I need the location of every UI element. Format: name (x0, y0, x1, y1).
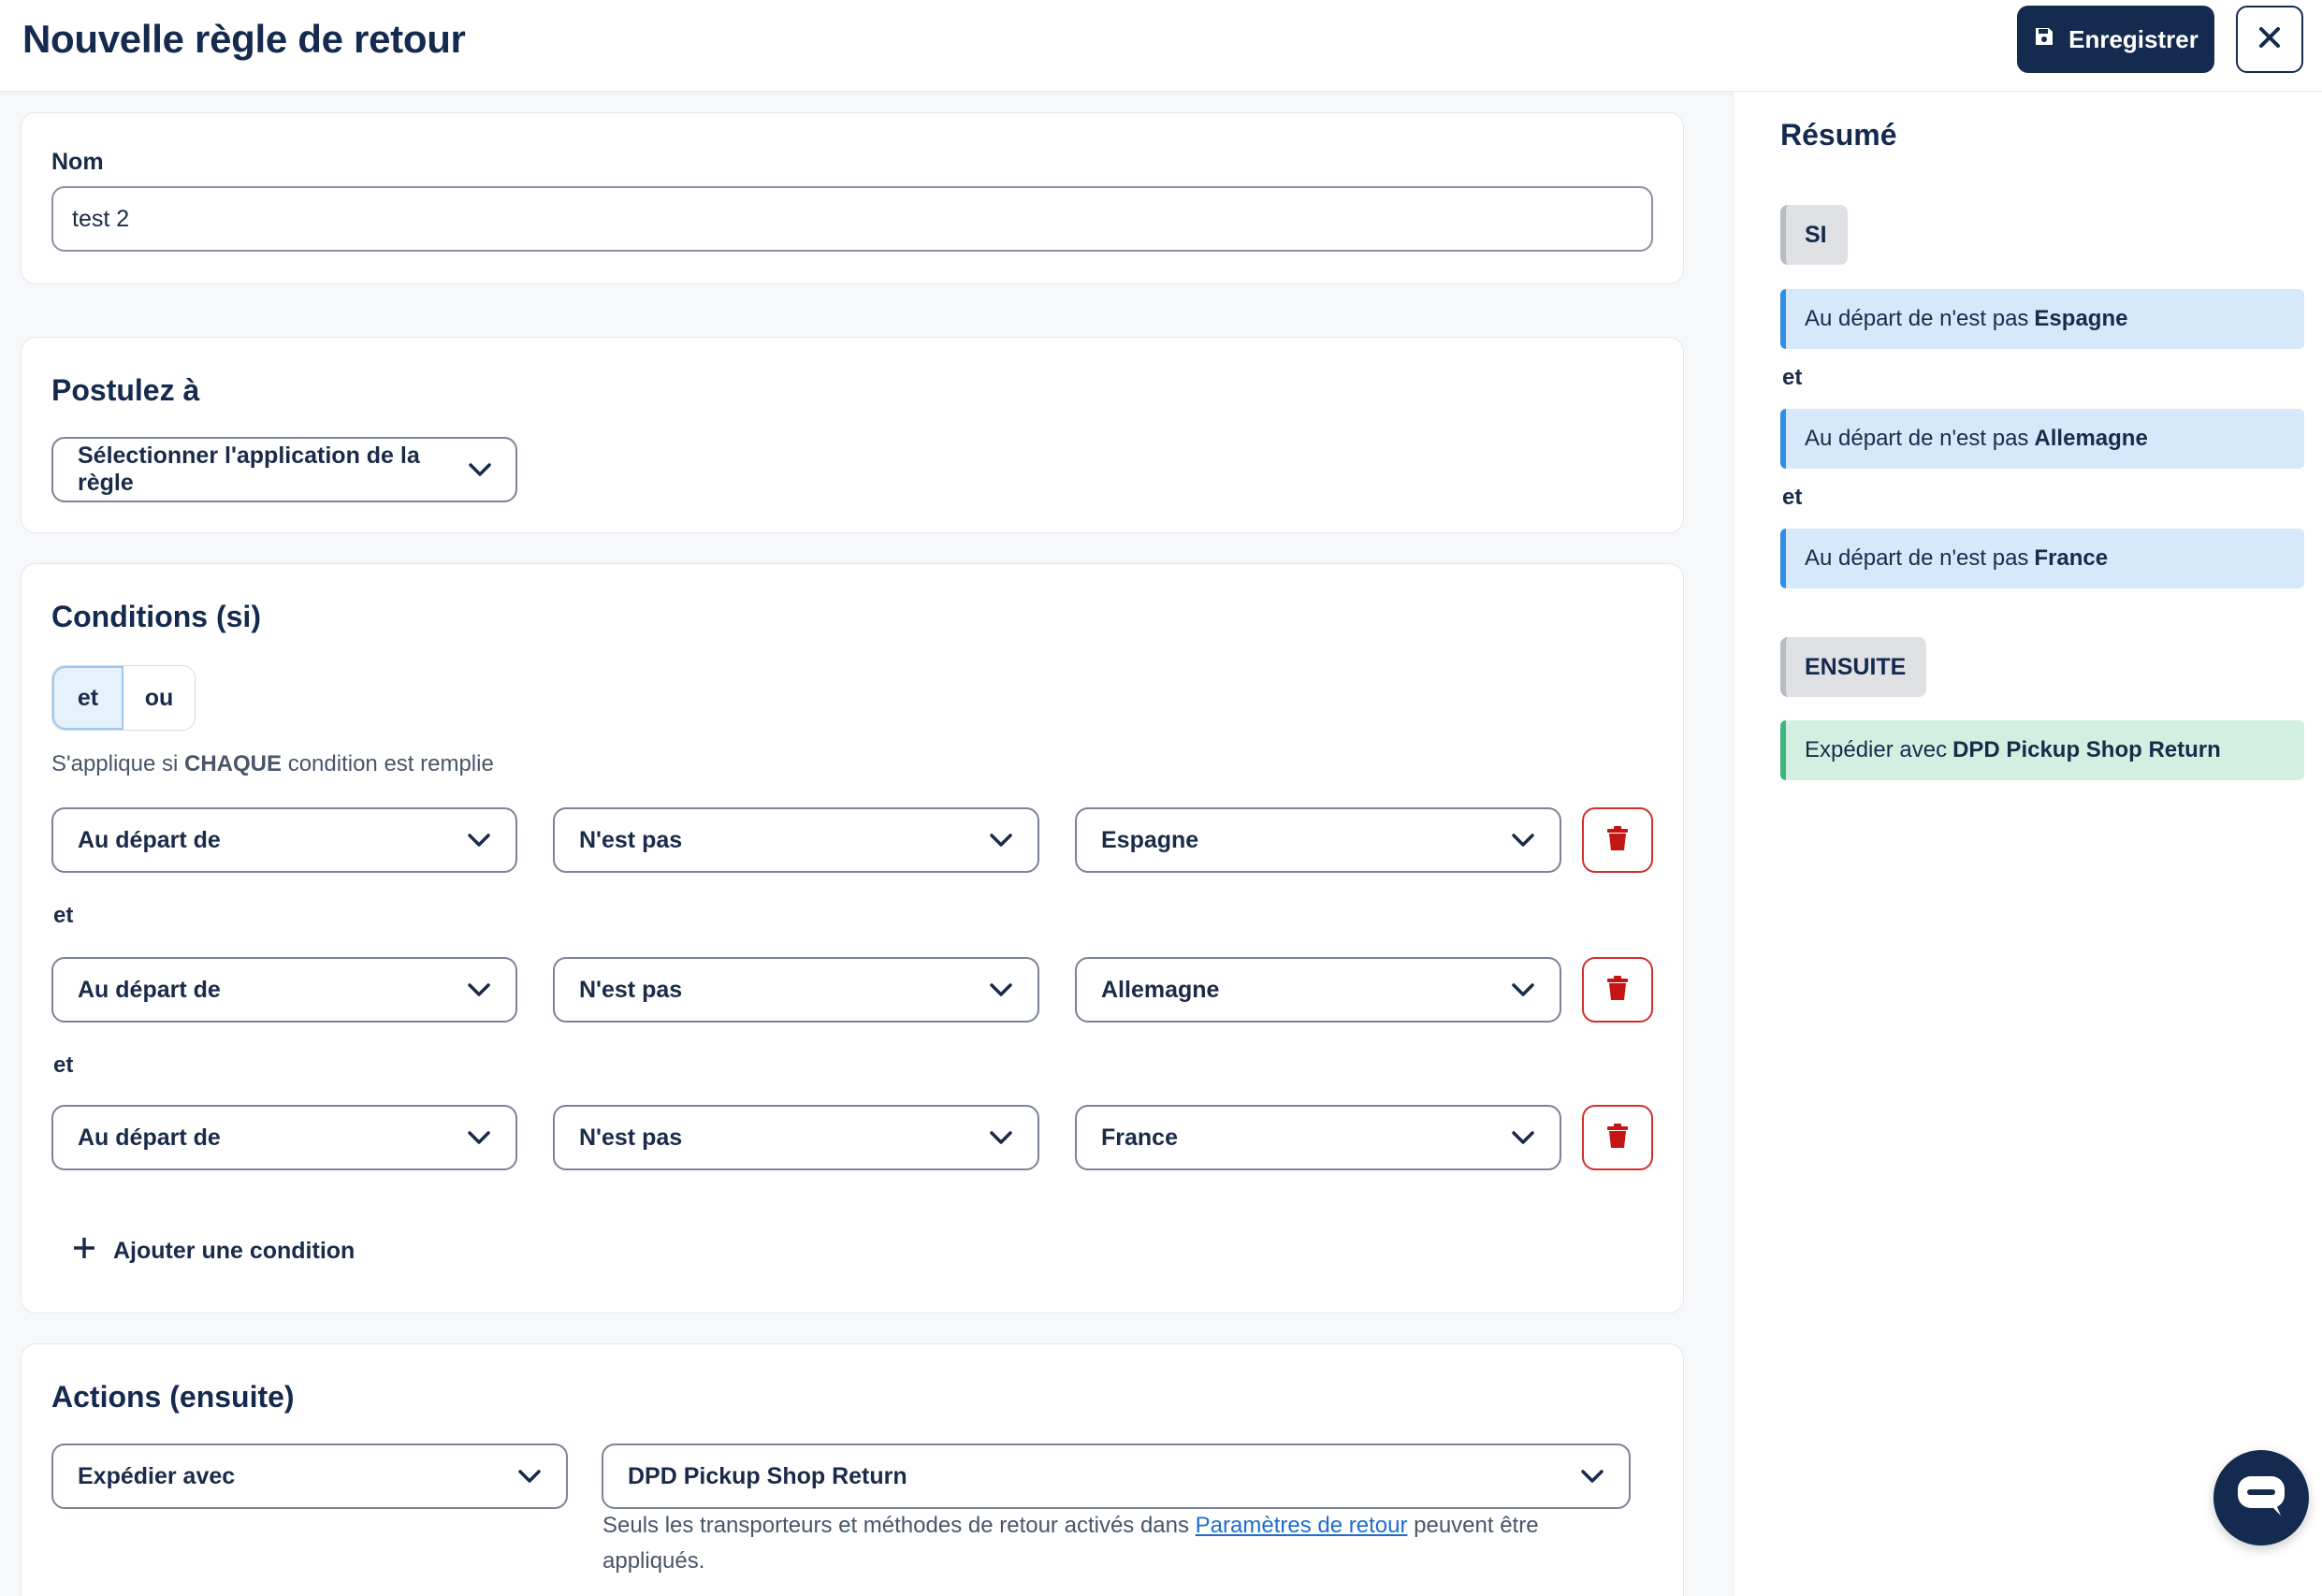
condition-value-select[interactable]: Allemagne (1075, 957, 1561, 1023)
condition-value-select[interactable]: Espagne (1075, 807, 1561, 873)
hint-prefix: S'applique si (51, 751, 179, 776)
carrier-label: DPD Pickup Shop Return (628, 1462, 907, 1489)
apply-select-label: Sélectionner l'application de la règle (78, 443, 420, 496)
carrier-note: Seuls les transporteurs et méthodes de r… (602, 1508, 1585, 1579)
condition-operator-select[interactable]: N'est pas (553, 1105, 1039, 1170)
save-button-label: Enregistrer (2068, 24, 2199, 53)
plus-icon (73, 1237, 95, 1265)
add-condition-button[interactable]: Ajouter une condition (73, 1237, 356, 1265)
condition-field-select[interactable]: Au départ de (51, 957, 517, 1023)
actions-title: Actions (ensuite) (51, 1380, 295, 1414)
condition-joiner: et (53, 903, 74, 928)
name-label: Nom (51, 149, 104, 175)
condition-value-label: Espagne (1101, 826, 1199, 853)
top-bar: Nouvelle règle de retour Enregistrer (0, 0, 2322, 92)
conditions-hint: S'applique si CHAQUE condition est rempl… (51, 751, 494, 777)
summary-condition-value: France (2034, 545, 2109, 571)
summary-then-tag: ENSUITE (1780, 637, 1927, 697)
return-settings-link[interactable]: Paramètres de retour (1196, 1513, 1408, 1538)
delete-condition-button[interactable] (1582, 807, 1653, 873)
chevron-down-icon (987, 1124, 1015, 1152)
condition-operator-select[interactable]: N'est pas (553, 957, 1039, 1023)
summary-sidebar: Résumé SI Au départ de n'est pas Espagne … (1733, 92, 2322, 1596)
toggle-and[interactable]: et (52, 666, 123, 730)
condition-field-label: Au départ de (78, 976, 221, 1003)
condition-operator-label: N'est pas (579, 976, 683, 1003)
note-prefix: Seuls les transporteurs et méthodes de r… (602, 1513, 1189, 1538)
chevron-down-icon (1578, 1462, 1606, 1490)
summary-condition: Au départ de n'est pas Allemagne (1780, 409, 2304, 469)
delete-condition-button[interactable] (1582, 1105, 1653, 1170)
trash-icon (1607, 975, 1628, 1005)
condition-field-select[interactable]: Au départ de (51, 807, 517, 873)
condition-value-label: Allemagne (1101, 976, 1220, 1003)
chevron-down-icon (465, 1124, 493, 1152)
summary-title: Résumé (1780, 118, 1897, 152)
condition-field-select[interactable]: Au départ de (51, 1105, 517, 1170)
conditions-card: Conditions (si) et ou S'applique si CHAQ… (21, 563, 1684, 1313)
add-condition-label: Ajouter une condition (113, 1238, 356, 1264)
save-icon (2033, 25, 2055, 54)
condition-field-label: Au départ de (78, 826, 221, 853)
save-button[interactable]: Enregistrer (2017, 6, 2214, 73)
close-icon (2257, 25, 2282, 54)
apply-card: Postulez à Sélectionner l'application de… (21, 337, 1684, 533)
chevron-down-icon (987, 976, 1015, 1004)
summary-if-tag: SI (1780, 205, 1848, 265)
summary-action-text: Expédier avec (1805, 737, 1948, 762)
carrier-select[interactable]: DPD Pickup Shop Return (602, 1444, 1631, 1509)
summary-action: Expédier avec DPD Pickup Shop Return (1780, 720, 2304, 780)
delete-condition-button[interactable] (1582, 957, 1653, 1023)
summary-condition-text: Au départ de n'est pas (1805, 426, 2029, 451)
summary-condition-value: Espagne (2034, 306, 2128, 331)
trash-icon (1607, 1123, 1628, 1153)
toggle-or[interactable]: ou (123, 666, 195, 730)
apply-select[interactable]: Sélectionner l'application de la règle (51, 437, 517, 502)
summary-condition-value: Allemagne (2034, 426, 2148, 451)
condition-operator-label: N'est pas (579, 826, 683, 853)
close-button[interactable] (2236, 6, 2303, 73)
condition-operator-label: N'est pas (579, 1124, 683, 1151)
summary-condition: Au départ de n'est pas Espagne (1780, 289, 2304, 349)
name-input[interactable]: test 2 (51, 186, 1653, 252)
chevron-down-icon (1509, 1124, 1537, 1152)
summary-joiner: et (1782, 485, 1803, 510)
chevron-down-icon (1509, 976, 1537, 1004)
action-type-label: Expédier avec (78, 1462, 236, 1489)
condition-joiner: et (53, 1052, 74, 1078)
chevron-down-icon (515, 1462, 544, 1490)
chat-button[interactable] (2213, 1450, 2309, 1545)
name-card: Nom test 2 (21, 112, 1684, 284)
action-type-select[interactable]: Expédier avec (51, 1444, 568, 1509)
condition-field-label: Au départ de (78, 1124, 221, 1151)
condition-operator-select[interactable]: N'est pas (553, 807, 1039, 873)
page-title: Nouvelle règle de retour (22, 17, 466, 61)
apply-title: Postulez à (51, 373, 200, 407)
chevron-down-icon (1509, 826, 1537, 854)
conditions-title: Conditions (si) (51, 600, 261, 633)
summary-condition: Au départ de n'est pas France (1780, 529, 2304, 588)
summary-condition-text: Au départ de n'est pas (1805, 545, 2029, 571)
logic-toggle: et ou (51, 665, 196, 731)
hint-suffix: condition est remplie (287, 751, 494, 776)
chevron-down-icon (465, 976, 493, 1004)
chat-icon (2236, 1473, 2286, 1524)
chevron-down-icon (465, 826, 493, 854)
condition-value-select[interactable]: France (1075, 1105, 1561, 1170)
summary-joiner: et (1782, 365, 1803, 390)
chevron-down-icon (466, 456, 493, 484)
condition-value-label: France (1101, 1124, 1178, 1151)
summary-condition-text: Au départ de n'est pas (1805, 306, 2029, 331)
hint-strong: CHAQUE (184, 751, 283, 776)
chevron-down-icon (987, 826, 1015, 854)
summary-action-value: DPD Pickup Shop Return (1952, 737, 2221, 762)
trash-icon (1607, 825, 1628, 855)
